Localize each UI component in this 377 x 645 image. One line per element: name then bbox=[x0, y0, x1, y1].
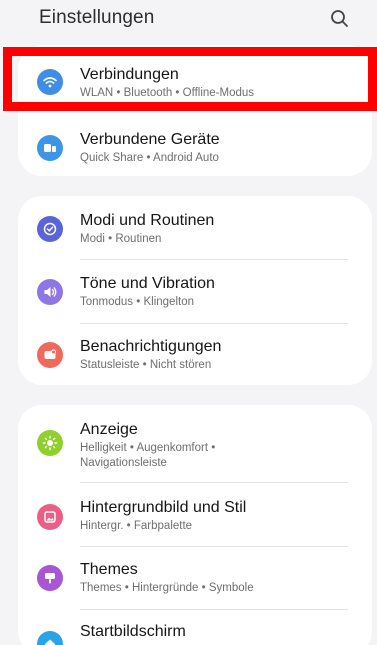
settings-item-anzeige[interactable]: Anzeige Helligkeit • Augenkomfort • Navi… bbox=[18, 405, 372, 482]
page-title: Einstellungen bbox=[39, 7, 155, 28]
sound-icon bbox=[37, 279, 63, 305]
item-subtitle: Themes • Hintergründe • Symbole bbox=[80, 582, 254, 594]
item-title: Hintergrundbild und Stil bbox=[80, 499, 247, 516]
settings-item-verbindungen[interactable]: Verbindungen WLAN • Bluetooth • Offline-… bbox=[18, 45, 372, 111]
settings-item-hintergrundbild-stil[interactable]: Hintergrundbild und Stil Hintergr. • Far… bbox=[18, 482, 372, 545]
settings-item-modi-routinen[interactable]: Modi und Routinen Modi • Routinen bbox=[18, 196, 372, 260]
app-header: Einstellungen bbox=[0, 0, 377, 40]
settings-item-startbildschirm[interactable]: Startbildschirm bbox=[18, 609, 372, 645]
item-subtitle: WLAN • Bluetooth • Offline-Modus bbox=[80, 87, 255, 99]
item-subtitle: Hintergr. • Farbpalette bbox=[80, 520, 193, 532]
item-title: Modi und Routinen bbox=[80, 212, 215, 229]
settings-item-verbundene-geraete[interactable]: Verbundene Geräte Quick Share • Android … bbox=[18, 111, 372, 176]
item-subtitle: Tonmodus • Klingelton bbox=[80, 296, 194, 308]
item-title: Startbildschirm bbox=[80, 623, 186, 640]
settings-group-connectivity: Verbindungen WLAN • Bluetooth • Offline-… bbox=[18, 45, 372, 176]
settings-item-toene-vibration[interactable]: Töne und Vibration Tonmodus • Klingelton bbox=[18, 260, 372, 323]
themes-icon bbox=[37, 565, 63, 591]
search-button[interactable] bbox=[327, 6, 353, 32]
item-subtitle: Statusleiste • Nicht stören bbox=[80, 359, 212, 371]
item-title: Benachrichtigungen bbox=[80, 338, 222, 355]
notifications-icon bbox=[37, 342, 63, 368]
settings-group-display: Anzeige Helligkeit • Augenkomfort • Navi… bbox=[18, 405, 372, 645]
wifi-icon bbox=[37, 69, 63, 95]
item-title: Töne und Vibration bbox=[80, 275, 215, 292]
item-title: Verbundene Geräte bbox=[80, 131, 220, 148]
modes-icon bbox=[37, 216, 63, 242]
item-title: Themes bbox=[80, 561, 138, 578]
item-subtitle: Modi • Routinen bbox=[80, 233, 162, 245]
brightness-icon bbox=[37, 430, 63, 456]
connected-devices-icon bbox=[37, 135, 63, 161]
settings-item-themes[interactable]: Themes Themes • Hintergründe • Symbole bbox=[18, 546, 372, 609]
settings-item-benachrichtigungen[interactable]: Benachrichtigungen Statusleiste • Nicht … bbox=[18, 323, 372, 385]
wallpaper-icon bbox=[37, 504, 63, 530]
item-title: Anzeige bbox=[80, 421, 138, 438]
item-subtitle: Helligkeit • Augenkomfort • Navigationsl… bbox=[80, 442, 216, 469]
search-icon bbox=[331, 10, 348, 27]
item-title: Verbindungen bbox=[80, 66, 179, 83]
item-subtitle: Quick Share • Android Auto bbox=[80, 152, 219, 164]
home-screen-icon bbox=[37, 631, 63, 645]
settings-group-sound: Modi und Routinen Modi • Routinen Töne u… bbox=[18, 196, 372, 385]
